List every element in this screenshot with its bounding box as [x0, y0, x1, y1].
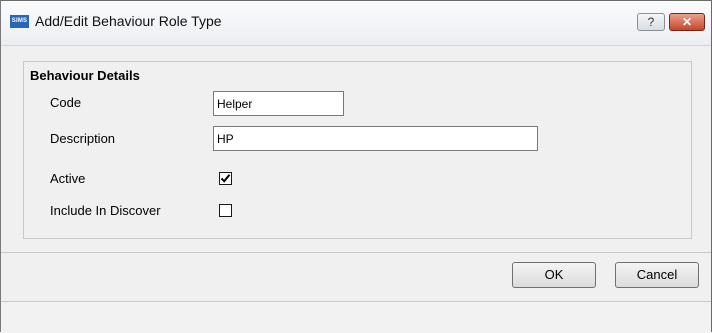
group-title: Behaviour Details	[30, 68, 140, 83]
active-checkbox[interactable]	[219, 172, 232, 185]
code-field[interactable]: Helper	[213, 91, 344, 116]
cancel-button[interactable]: Cancel	[615, 262, 699, 288]
dialog-window: SIMS Add/Edit Behaviour Role Type ? ✕ Be…	[0, 0, 712, 333]
behaviour-details-group: Behaviour Details Code Helper Descriptio…	[23, 61, 692, 239]
close-icon: ✕	[681, 15, 693, 29]
include-in-discover-checkbox[interactable]	[219, 204, 232, 217]
code-value: Helper	[217, 97, 253, 111]
button-bar: OK Cancel	[1, 253, 711, 302]
active-label: Active	[50, 171, 86, 186]
help-icon: ?	[647, 15, 655, 29]
description-field[interactable]: HP	[213, 126, 538, 151]
dialog-content: Behaviour Details Code Helper Descriptio…	[1, 46, 711, 251]
ok-button[interactable]: OK	[512, 262, 596, 288]
sims-logo-icon: SIMS	[10, 15, 29, 28]
description-label: Description	[50, 131, 116, 146]
checkmark-icon	[220, 174, 231, 183]
code-label: Code	[50, 95, 82, 110]
title-bar[interactable]: SIMS Add/Edit Behaviour Role Type ? ✕	[1, 1, 711, 46]
help-button[interactable]: ?	[637, 13, 665, 31]
status-bar	[1, 301, 711, 333]
description-value: HP	[217, 132, 234, 146]
include-in-discover-label: Include In Discover	[50, 203, 161, 218]
close-button[interactable]: ✕	[669, 13, 705, 31]
dialog-title: Add/Edit Behaviour Role Type	[35, 13, 222, 29]
